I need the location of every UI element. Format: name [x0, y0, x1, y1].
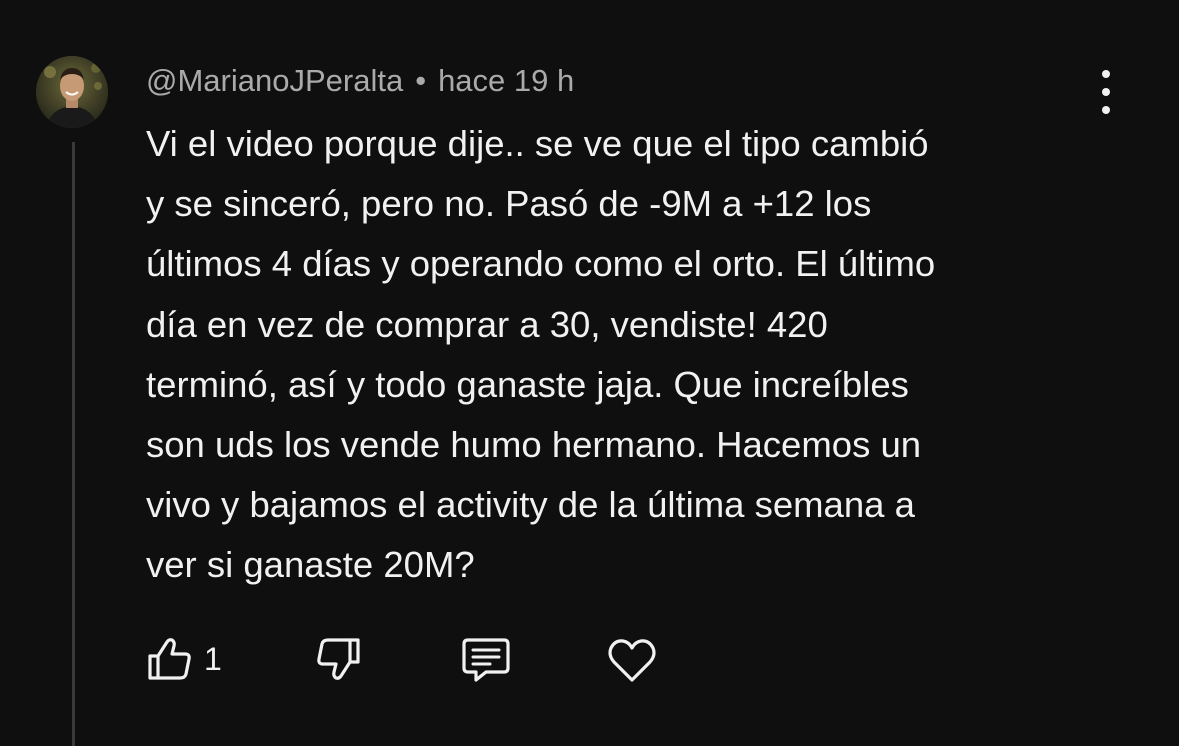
thumbs-up-icon: [148, 638, 191, 680]
comment-line: ver si ganaste 20M?: [146, 544, 475, 586]
comment-text: Vi el video porque dije.. se ve que el t…: [146, 114, 1096, 596]
reply-button[interactable]: [460, 636, 512, 684]
separator-dot: •: [415, 63, 427, 98]
like-button[interactable]: 1: [146, 636, 222, 682]
comment-line: Vi el video porque dije.. se ve que el t…: [146, 123, 929, 164]
comment-line: y se sinceró, pero no. Pasó de -9M a +12…: [146, 183, 872, 225]
author-name[interactable]: @MarianoJPeralta: [146, 63, 403, 98]
heart-icon: [608, 639, 656, 682]
comment-icon: [462, 638, 510, 682]
comment-line: últimos 4 días y operando como el orto. …: [146, 243, 936, 285]
comment: @MarianoJPeralta • hace 19 h Vi el video p…: [0, 0, 1179, 746]
like-count: 1: [204, 641, 222, 677]
comment-line: vivo y bajamos el activity de la última …: [146, 484, 915, 526]
more-vertical-icon[interactable]: [1090, 70, 1122, 114]
thumbs-down-icon: [317, 638, 360, 680]
heart-button[interactable]: [606, 636, 658, 684]
dislike-button[interactable]: [314, 636, 362, 682]
thread-line: [72, 142, 75, 746]
comment-header: @MarianoJPeralta • hace 19 h: [146, 60, 574, 102]
avatar-image: [36, 56, 108, 128]
comment-line: terminó, así y todo ganaste jaja. Que in…: [146, 363, 909, 405]
comment-line: son uds los vende humo hermano. Hacemos …: [146, 424, 922, 466]
timestamp[interactable]: hace 19 h: [438, 63, 574, 98]
comment-line: día en vez de comprar a 30, vendiste! 42…: [146, 303, 828, 345]
avatar[interactable]: [36, 56, 108, 128]
